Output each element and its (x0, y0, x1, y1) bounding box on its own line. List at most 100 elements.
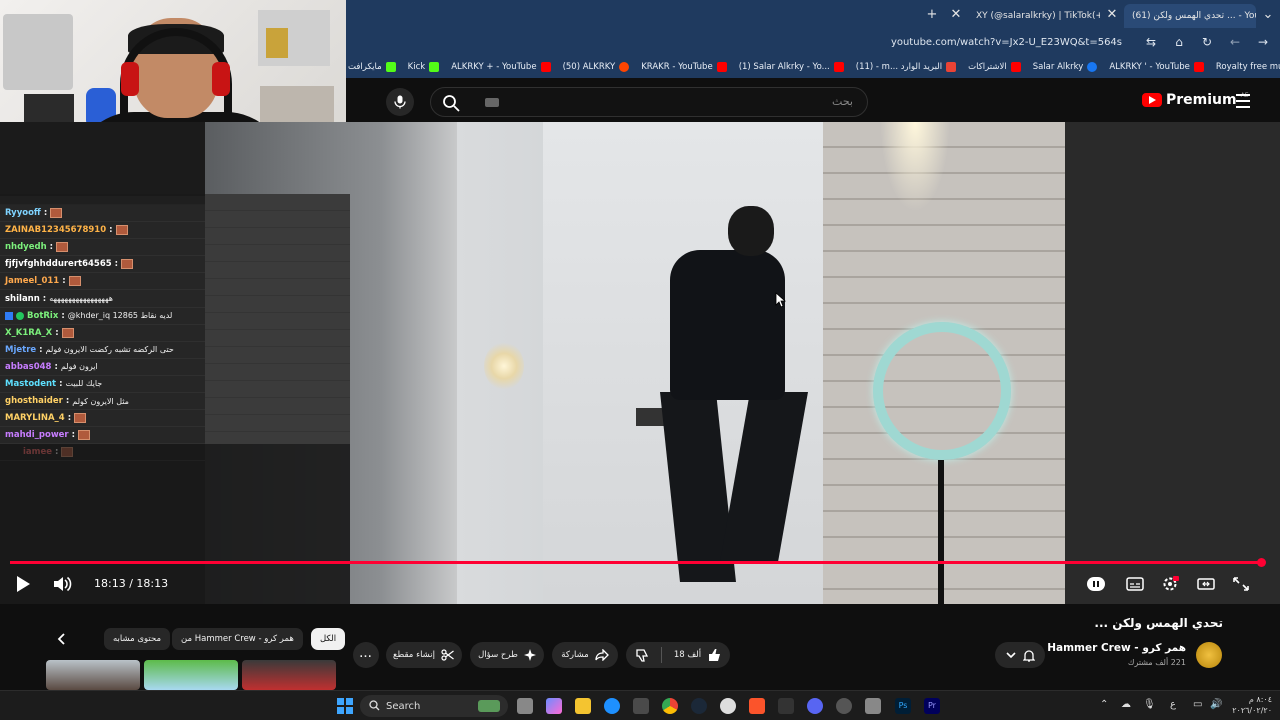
chevron-up-icon[interactable]: ⌃ (1100, 699, 1108, 710)
search-icon (369, 700, 380, 711)
bookmark-item[interactable]: Salar Alkrky (1033, 62, 1098, 72)
ask-question-button[interactable]: طرح سؤال (470, 642, 544, 668)
bookmark-item[interactable]: (50) ALKRKY (563, 62, 630, 72)
tab-tiktok[interactable]: XY (@salaralkrky) | TikTok(+99) (968, 4, 1100, 28)
chat-message: Ryyooff: (0, 205, 205, 223)
channel-avatar[interactable] (1196, 642, 1222, 668)
video-thumbnail[interactable] (242, 660, 336, 690)
video-details: تحدي الهمس ولكن ... Hammer Crew - همر كر… (0, 604, 1280, 690)
taskbar-search[interactable]: Search (360, 695, 508, 717)
youtube-logo[interactable]: Premium AE (1142, 92, 1249, 108)
chip-all[interactable]: الكل (311, 628, 346, 650)
tab-list-icon[interactable]: ⌄ (1256, 7, 1280, 22)
like-dislike-group: 18 ألف (626, 642, 730, 668)
clock[interactable]: ٨:٠٤ م ٢٠٢٦/٠٢/٢٠ (1232, 694, 1272, 716)
url-field[interactable]: youtube.com/watch?v=Jx2-U_E23WQ&t=564s (891, 37, 1122, 48)
file-explorer-icon[interactable] (575, 698, 591, 714)
network-icon[interactable]: ▭ (1193, 699, 1202, 710)
brave-icon[interactable] (749, 698, 765, 714)
new-tab-icon[interactable]: + (920, 7, 944, 22)
task-view-icon[interactable] (517, 698, 533, 714)
search-box[interactable]: بحث (430, 87, 868, 117)
app-icon[interactable] (836, 698, 852, 714)
search-icon[interactable] (441, 93, 461, 113)
bookmark-item[interactable]: KRAKR - YouTube (641, 62, 727, 72)
bookmark-item[interactable]: مايكرافت (348, 62, 396, 72)
channel-name[interactable]: Hammer Crew - همر كرو (1047, 642, 1186, 654)
chat-message: MARYLINA_4: (0, 410, 205, 428)
capcut-icon[interactable] (778, 698, 794, 714)
obs-icon[interactable] (720, 698, 736, 714)
windows-start-icon[interactable] (337, 698, 353, 714)
windows-taskbar: Search Ps Pr ⌃ ☁ 🎙 ع ▭ 🔊 ٨:٠٤ م ٢٠٢٦/٠٢/… (0, 690, 1280, 720)
bookmark-item[interactable]: Kick (408, 62, 440, 72)
more-actions-button[interactable]: ... (353, 642, 379, 668)
discord-icon[interactable] (807, 698, 823, 714)
progress-bar[interactable] (10, 561, 1262, 564)
ring-light (873, 322, 1011, 460)
address-bar: youtube.com/watch?v=Jx2-U_E23WQ&t=564s ⇆… (346, 28, 1280, 56)
play-icon[interactable] (17, 576, 30, 592)
bookmarks-bar: مايكرافت Kick ALKRKY + - YouTube (50) AL… (346, 56, 1280, 78)
chevron-left-icon[interactable] (56, 632, 68, 646)
bookmark-item[interactable]: ALKRKY + - YouTube (451, 62, 551, 72)
video-thumbnail[interactable] (144, 660, 238, 690)
verified-badge-icon (16, 311, 24, 320)
autoplay-toggle[interactable] (1087, 577, 1105, 591)
search-input[interactable]: بحث (832, 95, 853, 108)
volume-icon[interactable] (52, 575, 72, 593)
chip-from-channel[interactable]: من Hammer Crew - همر كرو (172, 628, 303, 650)
progress-scrubber[interactable] (1257, 558, 1266, 567)
emote-icon (115, 225, 128, 236)
cloud-icon[interactable]: ☁ (1121, 699, 1131, 710)
like-icon[interactable] (707, 648, 721, 662)
video-thumbnail[interactable] (46, 660, 140, 690)
tab-title: (61) تحدي الهمس ولكن ... - YouTube (1132, 11, 1256, 21)
language-indicator[interactable]: ع (1170, 699, 1176, 710)
bookmark-item[interactable]: (1) Salar Alkrky - Yo... (739, 62, 844, 72)
chrome-icon[interactable] (662, 698, 678, 714)
close-tab-icon[interactable]: ✕ (1100, 7, 1124, 22)
reload-icon[interactable]: ↻ (1200, 35, 1214, 49)
microphone-icon[interactable] (386, 88, 414, 116)
kick-icon (385, 62, 396, 72)
forward-icon[interactable]: ← (1228, 35, 1242, 49)
youtube-icon (540, 62, 551, 72)
notifications-button[interactable] (995, 642, 1045, 668)
bookmark-item[interactable]: الاشتراكات (968, 62, 1021, 72)
home-icon[interactable]: ⌂ (1172, 35, 1186, 49)
premiere-icon[interactable]: Pr (924, 698, 940, 714)
back-icon[interactable]: → (1256, 35, 1270, 49)
bookmark-item[interactable]: Royalty free music |... (1216, 62, 1280, 72)
create-clip-button[interactable]: إنشاء مقطع (386, 642, 462, 668)
chat-message: ghosthaider: مثل الايرون كولم (0, 393, 205, 411)
snipping-tool-icon[interactable] (865, 698, 881, 714)
scissors-icon (441, 649, 454, 661)
youtube-icon (833, 62, 844, 72)
theater-mode-icon[interactable] (1197, 576, 1215, 592)
copilot-icon[interactable] (546, 698, 562, 714)
speaker-icon[interactable]: 🔊 (1210, 699, 1222, 710)
tab-youtube[interactable]: (61) تحدي الهمس ولكن ... - YouTube (1124, 4, 1256, 28)
fullscreen-icon[interactable] (1232, 576, 1250, 592)
dislike-icon[interactable] (635, 648, 649, 662)
menu-icon[interactable] (1236, 94, 1250, 112)
subtitles-icon[interactable] (1126, 576, 1144, 592)
photoshop-icon[interactable]: Ps (895, 698, 911, 714)
bookmark-item[interactable]: ALKRKY ' - YouTube (1109, 62, 1204, 72)
share-button[interactable]: مشاركة (552, 642, 618, 668)
chat-message: shilann: ههههههههههههههههه (0, 290, 205, 308)
tune-icon[interactable]: ⇆ (1144, 35, 1158, 49)
wall-lamp (484, 342, 524, 390)
microphone-tray-icon[interactable]: 🎙 (1143, 699, 1156, 710)
bot-badge-icon (5, 311, 13, 320)
store-icon[interactable] (633, 698, 649, 714)
settings-gear-icon[interactable] (1161, 576, 1179, 592)
close-tab-icon[interactable]: ✕ (944, 7, 968, 22)
steam-icon[interactable] (691, 698, 707, 714)
edge-icon[interactable] (604, 698, 620, 714)
keyboard-icon[interactable] (485, 98, 499, 107)
chip-related[interactable]: محتوى مشابه (104, 628, 170, 650)
bookmark-item[interactable]: (11) - m... البريد الوارد (856, 62, 957, 72)
chat-message: Mastodent: جايك للبيت (0, 375, 205, 394)
